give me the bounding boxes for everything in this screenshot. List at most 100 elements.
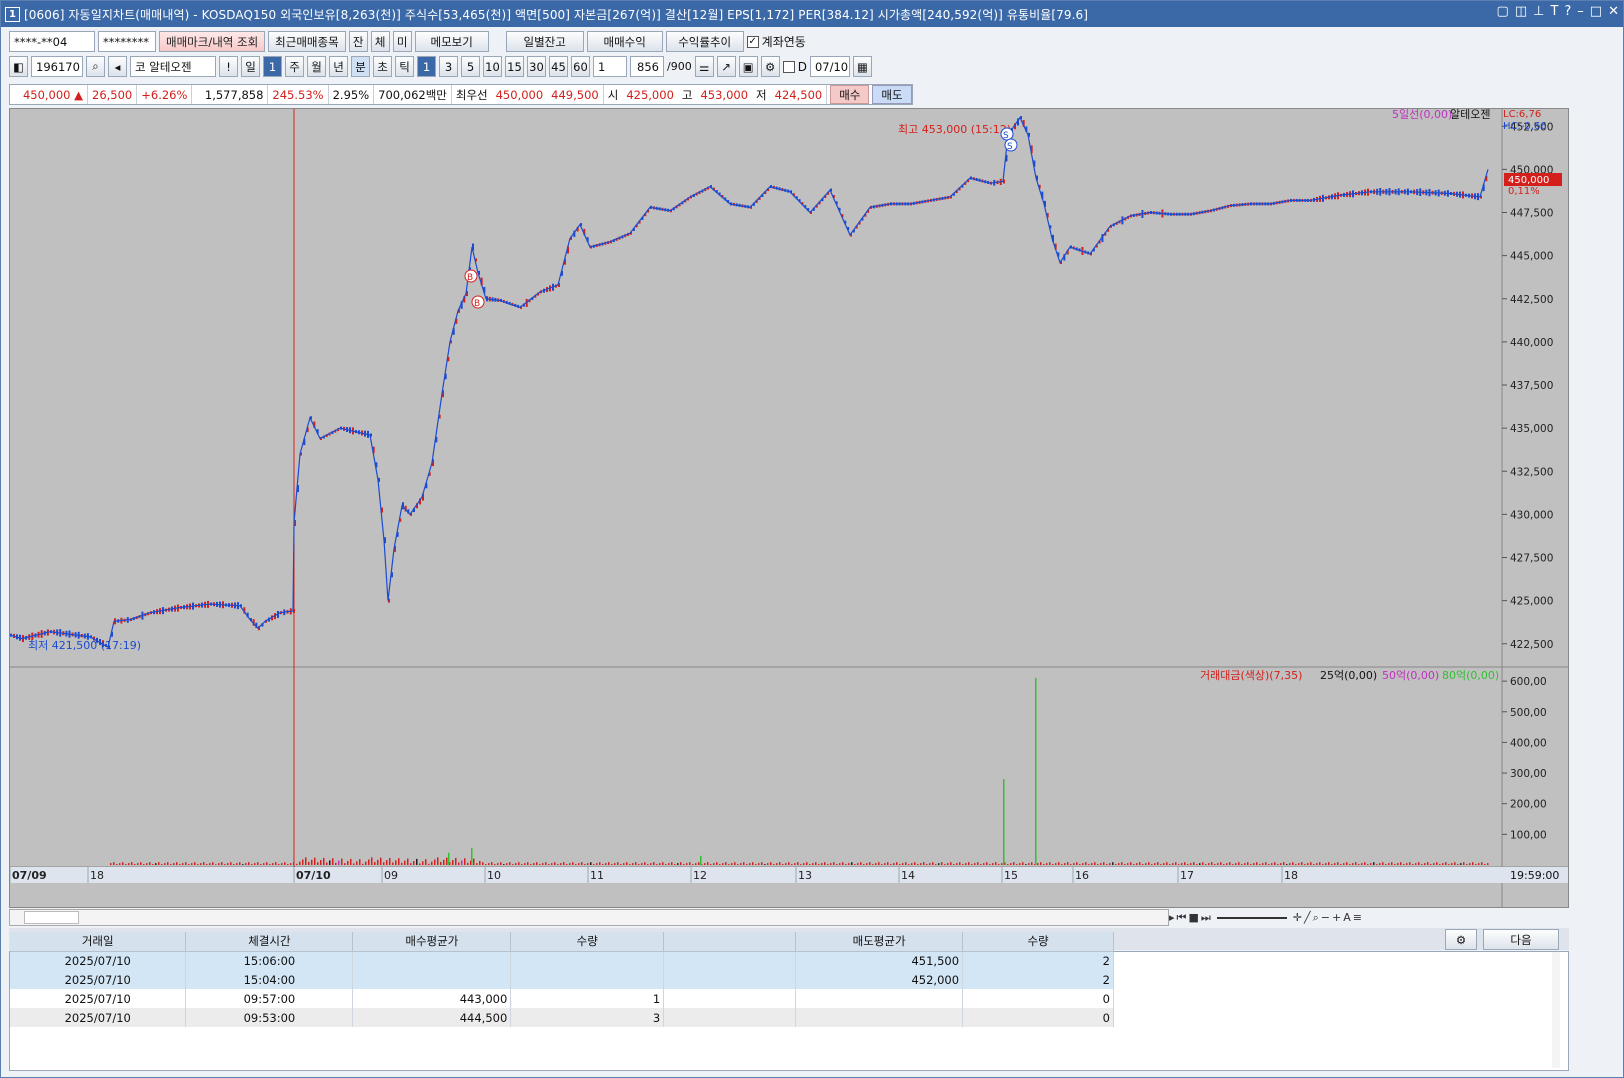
col-buy-avg[interactable]: 매수평균가: [352, 932, 512, 952]
rewind-icon[interactable]: ⏮: [1177, 911, 1187, 925]
help-icon[interactable]: ?: [1564, 4, 1571, 19]
list-icon[interactable]: ≡: [1353, 911, 1362, 924]
volume-bar: [113, 862, 115, 865]
volume-bar: [737, 864, 739, 865]
draw-icon[interactable]: ↗: [716, 56, 736, 77]
col-time[interactable]: 체결시간: [185, 932, 354, 952]
table-row[interactable]: 2025/07/10 15:04:00 452,000 2: [10, 970, 1114, 989]
volume-bar: [1271, 863, 1273, 865]
period-tick[interactable]: 틱: [395, 56, 414, 77]
col-buy-qty[interactable]: 수량: [510, 932, 665, 952]
sell-button[interactable]: 매도: [872, 85, 912, 104]
crosshair-icon[interactable]: ✛: [1293, 911, 1302, 924]
minute-5[interactable]: 5: [461, 56, 480, 77]
table-row[interactable]: 2025/07/10 15:06:00 451,500 2: [10, 951, 1114, 970]
return-trend-button[interactable]: 수익률추이: [665, 31, 744, 52]
minimize-icon[interactable]: –: [1577, 4, 1584, 19]
sell-mark-2[interactable]: S: [1004, 138, 1018, 152]
price-chart[interactable]: 452,500 450,000 447,500 445,000 442,500 440,0…: [9, 108, 1569, 908]
close-icon[interactable]: ✕: [1608, 4, 1619, 19]
table-gear-icon[interactable]: ⚙: [1445, 929, 1477, 950]
scroll-right-icon[interactable]: ▸: [1169, 911, 1175, 924]
pin-icon[interactable]: ⊥: [1533, 4, 1544, 19]
buy-button[interactable]: 매수: [830, 85, 870, 104]
volume-bar: [584, 864, 586, 865]
chart-canvas[interactable]: 452,500450,000447,500445,000442,500440,0…: [10, 109, 1568, 907]
period-month[interactable]: 월: [307, 56, 326, 77]
next-button[interactable]: 다음: [1483, 929, 1559, 950]
view-marks-button[interactable]: 매매마크/내역 조회: [159, 31, 266, 52]
forward-icon[interactable]: ⏭: [1201, 911, 1211, 925]
col-sell-qty[interactable]: 수량: [962, 932, 1114, 952]
high-price: 453,000: [700, 87, 749, 102]
minute-30[interactable]: 30: [527, 56, 546, 77]
sound-icon[interactable]: ◂: [108, 56, 127, 77]
password-field[interactable]: ********: [98, 31, 156, 52]
period-week[interactable]: 주: [285, 56, 304, 77]
minute-45[interactable]: 45: [549, 56, 568, 77]
trendline-icon[interactable]: ╱: [1304, 911, 1311, 924]
scroll-thumb[interactable]: [24, 911, 79, 924]
table-row[interactable]: 2025/07/10 09:53:00 444,500 3 0: [10, 1008, 1114, 1027]
maximize-icon[interactable]: □: [1590, 4, 1602, 19]
calendar-icon[interactable]: ▦: [852, 56, 872, 77]
text-icon[interactable]: A: [1343, 911, 1351, 924]
balance-toggle[interactable]: 잔: [348, 31, 368, 52]
period-year[interactable]: 년: [329, 56, 348, 77]
pending-toggle[interactable]: 미: [392, 31, 412, 52]
table-scrollbar[interactable]: [1552, 952, 1560, 1068]
volume-bar: [1424, 863, 1426, 865]
volume-bar: [446, 857, 448, 865]
stop-icon[interactable]: ■: [1188, 911, 1198, 924]
col-sell-avg[interactable]: 매도평균가: [795, 932, 964, 952]
price-tick-label: 422,500: [1510, 639, 1553, 651]
date-input[interactable]: 07/10: [809, 56, 850, 77]
minute-1[interactable]: 1: [417, 56, 436, 77]
table-cell: [352, 970, 512, 989]
plus-icon[interactable]: +: [1332, 911, 1341, 924]
period-day[interactable]: 일: [241, 56, 260, 77]
zoom-icon[interactable]: ⌕: [1313, 911, 1319, 925]
layout-icon[interactable]: ◧: [9, 56, 28, 77]
executed-toggle[interactable]: 체: [370, 31, 390, 52]
count-input[interactable]: 856: [630, 56, 664, 77]
cascade-icon[interactable]: ◫: [1515, 4, 1527, 19]
account-select[interactable]: ****-**04: [9, 31, 95, 52]
save-icon[interactable]: ▣: [738, 56, 758, 77]
minute-3[interactable]: 3: [439, 56, 458, 77]
minute-60[interactable]: 60: [571, 56, 590, 77]
search-icon[interactable]: ⌕: [86, 56, 105, 77]
table-row[interactable]: 2025/07/10 09:57:00 443,000 1 0: [10, 989, 1114, 1008]
multiplier-select[interactable]: 1: [593, 56, 627, 77]
date-checkbox[interactable]: [782, 60, 795, 73]
minute-10[interactable]: 10: [483, 56, 502, 77]
gear-icon[interactable]: ⚙: [760, 56, 780, 77]
recent-trades-button[interactable]: 최근매매종목: [268, 31, 346, 52]
code-input[interactable]: 196170: [31, 56, 83, 77]
indicator-icon[interactable]: ⚌: [694, 56, 714, 77]
volume-bar: [227, 863, 229, 865]
period-minute[interactable]: 분: [351, 56, 370, 77]
restore-icon[interactable]: ▢: [1497, 4, 1509, 19]
trade-table: 거래일 체결시간 매수평균가 수량 매도평균가 수량 2025/07/10 15:…: [9, 932, 1569, 1071]
font-icon[interactable]: T: [1550, 4, 1558, 19]
zoom-slider[interactable]: [1216, 916, 1287, 919]
col-date[interactable]: 거래일: [10, 932, 187, 952]
stock-name-field[interactable]: 코 알테오젠: [130, 56, 216, 77]
account-link-checkbox[interactable]: ✓: [746, 35, 759, 48]
period-second[interactable]: 초: [373, 56, 392, 77]
alert-icon[interactable]: !: [219, 56, 238, 77]
volume-bar: [509, 862, 511, 865]
volume-bar: [1160, 864, 1162, 865]
chart-scrollbar[interactable]: [9, 909, 1169, 926]
volume-bar: [1244, 863, 1246, 865]
trade-profit-button[interactable]: 매매수익: [586, 31, 663, 52]
buy-mark-1[interactable]: B: [464, 269, 478, 283]
minus-icon[interactable]: −: [1321, 911, 1330, 924]
period-day-value[interactable]: 1: [263, 56, 282, 77]
daily-balance-button[interactable]: 일별잔고: [505, 31, 584, 52]
ma-legend: 5일선(0,00): [1392, 109, 1452, 121]
memo-button[interactable]: 메모보기: [414, 31, 489, 52]
minute-15[interactable]: 15: [505, 56, 524, 77]
buy-mark-2[interactable]: B: [471, 295, 485, 309]
